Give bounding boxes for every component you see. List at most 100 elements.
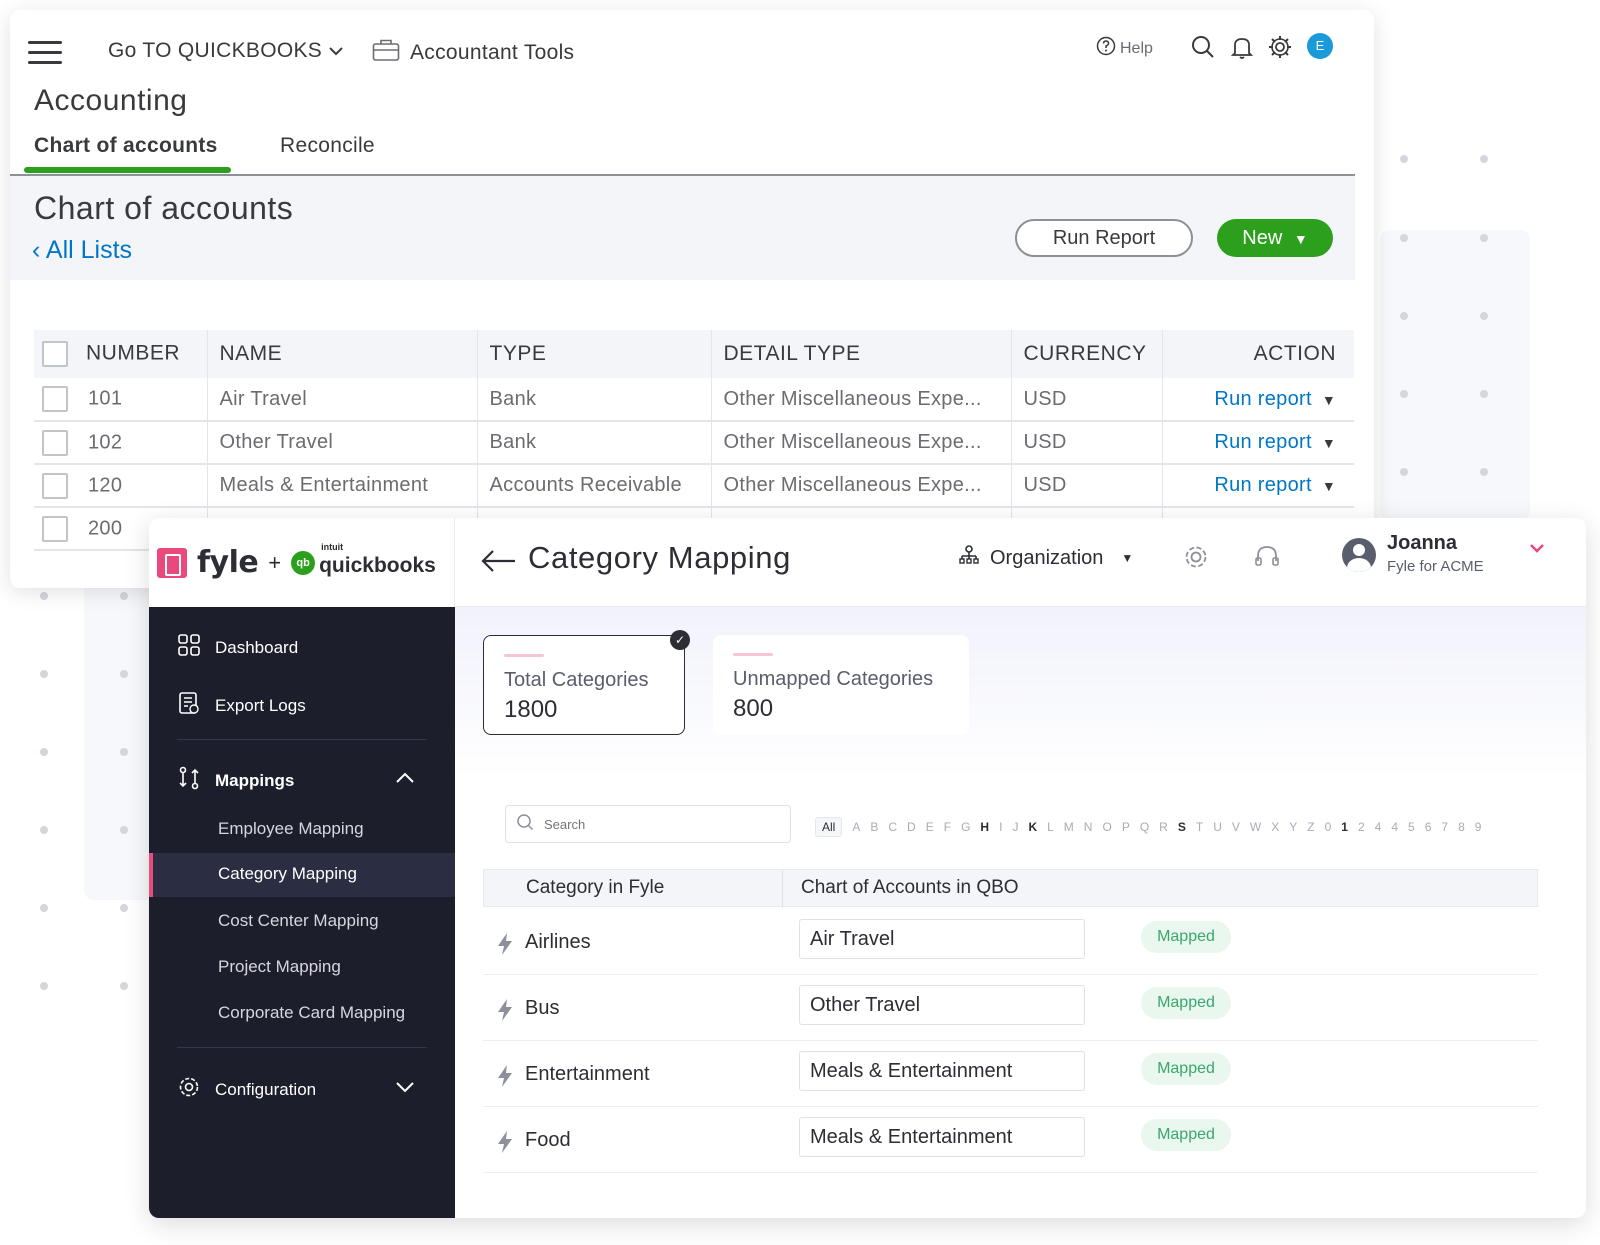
caret-down-icon[interactable]: ▼ bbox=[1322, 478, 1336, 494]
column-header-type[interactable]: TYPE bbox=[477, 330, 712, 378]
sidebar-item-category-mapping[interactable]: Category Mapping bbox=[218, 864, 357, 884]
gear-icon[interactable] bbox=[1181, 542, 1211, 572]
filter-letter[interactable]: 5 bbox=[1408, 820, 1415, 834]
filter-letter[interactable]: Z bbox=[1307, 820, 1314, 834]
run-report-link[interactable]: Run report bbox=[1214, 431, 1312, 453]
accountant-tools-button[interactable]: Accountant Tools bbox=[372, 38, 574, 68]
filter-letter[interactable]: E bbox=[926, 820, 934, 834]
chevron-up-icon[interactable] bbox=[394, 767, 416, 789]
sidebar-item-corporate-card-mapping[interactable]: Corporate Card Mapping bbox=[218, 1003, 405, 1023]
row-checkbox[interactable] bbox=[42, 429, 68, 456]
account-select[interactable]: Other Travel bbox=[799, 985, 1085, 1025]
filter-letter[interactable]: 9 bbox=[1475, 820, 1482, 834]
account-select[interactable]: Air Travel bbox=[799, 919, 1085, 959]
filter-letter[interactable]: 6 bbox=[1425, 820, 1432, 834]
gear-icon[interactable] bbox=[1267, 34, 1293, 60]
account-select[interactable]: Meals & Entertainment bbox=[799, 1117, 1085, 1157]
all-lists-link[interactable]: ‹ All Lists bbox=[32, 236, 132, 265]
column-divider bbox=[782, 870, 783, 908]
sidebar-item-employee-mapping[interactable]: Employee Mapping bbox=[218, 819, 364, 839]
sidebar-item-export-logs[interactable]: Export Logs bbox=[177, 691, 306, 720]
sidebar-item-configuration[interactable]: Configuration bbox=[177, 1075, 316, 1104]
run-report-button[interactable]: Run Report bbox=[1015, 219, 1193, 257]
filter-letter[interactable]: 2 bbox=[1358, 820, 1365, 834]
new-button[interactable]: New ▼ bbox=[1217, 219, 1333, 257]
column-header-detail-type[interactable]: DETAIL TYPE bbox=[711, 330, 1012, 378]
search-input[interactable] bbox=[544, 816, 774, 832]
filter-letter[interactable]: A bbox=[852, 820, 860, 834]
sidebar-item-mappings[interactable]: Mappings bbox=[177, 766, 294, 795]
filter-letter[interactable]: L bbox=[1047, 820, 1054, 834]
help-button[interactable]: Help bbox=[1096, 36, 1153, 61]
filter-letter[interactable]: Q bbox=[1140, 820, 1149, 834]
filter-letter[interactable]: U bbox=[1213, 820, 1222, 834]
search-icon[interactable] bbox=[1190, 34, 1216, 60]
filter-letter[interactable]: D bbox=[907, 820, 916, 834]
row-checkbox[interactable] bbox=[42, 515, 68, 542]
goto-quickbooks-menu[interactable]: Go TO QUICKBOOKS bbox=[108, 39, 344, 63]
filter-letter[interactable]: 8 bbox=[1458, 820, 1465, 834]
table-row[interactable]: 101 Air Travel Bank Other Miscellaneous … bbox=[34, 378, 1354, 422]
menu-icon[interactable] bbox=[28, 41, 62, 65]
run-report-link[interactable]: Run report bbox=[1214, 388, 1312, 410]
filter-letter[interactable]: R bbox=[1159, 820, 1168, 834]
account-type: Accounts Receivable bbox=[477, 464, 712, 508]
filter-letter[interactable]: P bbox=[1122, 820, 1130, 834]
column-header-currency[interactable]: CURRENCY bbox=[1011, 330, 1163, 378]
row-action[interactable]: Run report ▼ bbox=[1162, 464, 1354, 508]
table-row[interactable]: 120 Meals & Entertainment Accounts Recei… bbox=[34, 464, 1354, 508]
filter-letter[interactable]: O bbox=[1102, 820, 1111, 834]
filter-letter[interactable]: F bbox=[944, 820, 951, 834]
filter-letter[interactable]: B bbox=[870, 820, 878, 834]
organization-dropdown[interactable]: Organization ▼ bbox=[958, 544, 1133, 572]
caret-down-icon[interactable]: ▼ bbox=[1322, 392, 1336, 408]
filter-letter[interactable]: M bbox=[1064, 820, 1074, 834]
headset-icon[interactable] bbox=[1252, 542, 1282, 572]
tab-chart-of-accounts[interactable]: Chart of accounts bbox=[34, 134, 218, 158]
filter-letter[interactable]: K bbox=[1028, 820, 1037, 834]
user-avatar-icon[interactable] bbox=[1342, 538, 1376, 572]
filter-letter[interactable]: T bbox=[1196, 820, 1203, 834]
filter-letter[interactable]: 7 bbox=[1441, 820, 1448, 834]
user-avatar[interactable]: E bbox=[1307, 33, 1333, 59]
sidebar-item-label: Configuration bbox=[215, 1079, 317, 1099]
bell-icon[interactable] bbox=[1229, 34, 1255, 60]
row-checkbox[interactable] bbox=[42, 386, 68, 412]
filter-letter[interactable]: C bbox=[888, 820, 897, 834]
table-row[interactable]: 102 Other Travel Bank Other Miscellaneou… bbox=[34, 421, 1354, 465]
sidebar-item-project-mapping[interactable]: Project Mapping bbox=[218, 957, 341, 977]
filter-letter[interactable]: G bbox=[961, 820, 970, 834]
row-action[interactable]: Run report ▼ bbox=[1162, 421, 1354, 465]
run-report-link[interactable]: Run report bbox=[1214, 474, 1312, 496]
sidebar-item-cost-center-mapping[interactable]: Cost Center Mapping bbox=[218, 911, 379, 931]
back-arrow-icon[interactable] bbox=[479, 546, 517, 576]
caret-down-icon[interactable]: ▼ bbox=[1322, 435, 1336, 451]
sidebar-item-dashboard[interactable]: Dashboard bbox=[177, 633, 298, 662]
column-header-name[interactable]: NAME bbox=[207, 330, 478, 378]
unmapped-categories-card[interactable]: Unmapped Categories 800 bbox=[713, 635, 969, 735]
column-header-number[interactable]: NUMBER bbox=[34, 330, 208, 378]
filter-letter[interactable]: 1 bbox=[1341, 820, 1348, 834]
filter-letter[interactable]: J bbox=[1012, 820, 1018, 834]
row-action[interactable]: Run report ▼ bbox=[1162, 378, 1354, 422]
filter-letter[interactable]: X bbox=[1271, 820, 1279, 834]
chevron-down-icon[interactable] bbox=[1527, 538, 1547, 558]
filter-letter[interactable]: I bbox=[999, 820, 1002, 834]
total-categories-card[interactable]: Total Categories 1800 ✓ bbox=[483, 630, 690, 735]
filter-letter[interactable]: V bbox=[1232, 820, 1240, 834]
select-all-checkbox[interactable] bbox=[42, 341, 68, 367]
chevron-down-icon[interactable] bbox=[394, 1076, 416, 1098]
filter-letter[interactable]: S bbox=[1178, 820, 1186, 834]
filter-letter[interactable]: Y bbox=[1289, 820, 1297, 834]
filter-letter[interactable]: W bbox=[1250, 820, 1261, 834]
filter-letter[interactable]: 4 bbox=[1375, 820, 1382, 834]
filter-letter[interactable]: N bbox=[1084, 820, 1093, 834]
tab-reconcile[interactable]: Reconcile bbox=[280, 134, 375, 158]
filter-letter[interactable]: 0 bbox=[1325, 820, 1332, 834]
filter-letter[interactable]: H bbox=[980, 820, 989, 834]
row-checkbox[interactable] bbox=[42, 472, 68, 499]
filter-all[interactable]: All bbox=[815, 817, 843, 837]
account-select[interactable]: Meals & Entertainment bbox=[799, 1051, 1085, 1091]
filter-letter[interactable]: 4 bbox=[1391, 820, 1398, 834]
search-box[interactable] bbox=[505, 805, 791, 843]
